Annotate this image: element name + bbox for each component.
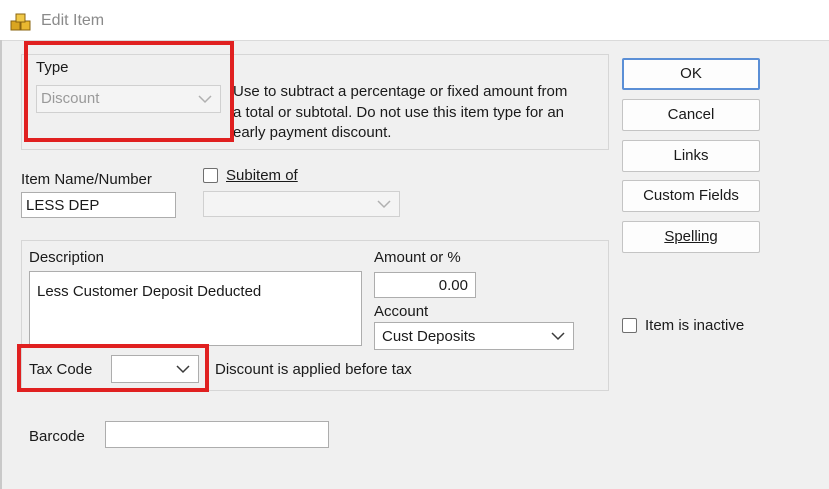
type-description: Use to subtract a percentage or fixed am…: [233, 83, 568, 141]
subitem-dropdown[interactable]: [203, 191, 400, 217]
cancel-button[interactable]: Cancel: [622, 99, 760, 131]
ok-button[interactable]: OK: [622, 58, 760, 90]
custom-fields-button[interactable]: Custom Fields: [622, 180, 760, 212]
item-inactive-label: Item is inactive: [645, 317, 745, 334]
amount-field[interactable]: 0.00: [374, 272, 476, 298]
amount-label: Amount or %: [374, 249, 461, 266]
tax-code-highlight-box: [17, 344, 209, 392]
spelling-button[interactable]: Spelling: [622, 221, 760, 253]
item-list-icon: [10, 13, 31, 31]
chevron-down-icon: [551, 332, 565, 341]
chevron-down-icon: [377, 200, 391, 209]
item-name-field[interactable]: LESS DEP: [21, 192, 176, 218]
description-label: Description: [29, 249, 105, 266]
barcode-label: Barcode: [29, 428, 85, 445]
barcode-field[interactable]: [105, 421, 329, 448]
account-label: Account: [374, 303, 429, 320]
type-highlight-box: [24, 41, 234, 142]
account-dropdown[interactable]: Cust Deposits: [374, 322, 574, 350]
window-border: [0, 40, 2, 489]
title-bar: Edit Item: [0, 0, 829, 41]
subitem-label: Subitem of: [226, 167, 298, 184]
subitem-checkbox[interactable]: [203, 168, 218, 183]
window-title: Edit Item: [41, 12, 105, 29]
item-inactive-checkbox[interactable]: [622, 318, 637, 333]
item-name-label: Item Name/Number: [21, 171, 152, 188]
description-field[interactable]: Less Customer Deposit Deducted: [29, 271, 362, 346]
links-button[interactable]: Links: [622, 140, 760, 172]
tax-note: Discount is applied before tax: [215, 361, 412, 378]
